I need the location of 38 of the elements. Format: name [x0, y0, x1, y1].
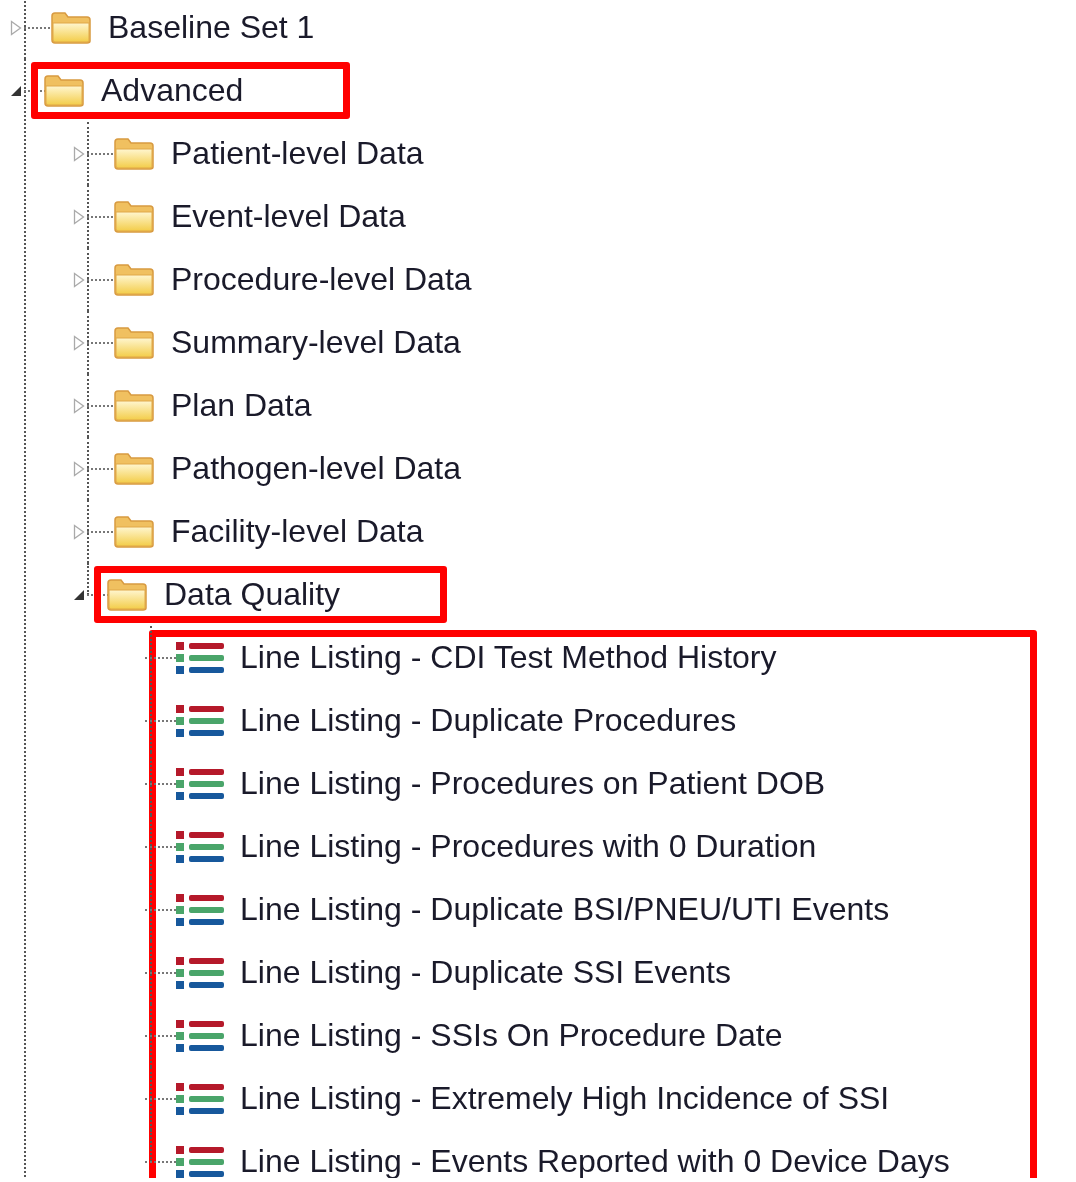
report-link[interactable]: Line Listing - Events Reported with 0 Device Days: [240, 1143, 950, 1178]
folder-label[interactable]: Baseline Set 1: [108, 9, 315, 46]
folder-icon: [106, 577, 148, 612]
list-icon: [176, 1144, 224, 1178]
folder-icon: [113, 514, 155, 549]
folder-label[interactable]: Data Quality: [164, 576, 341, 613]
folder-icon: [43, 73, 85, 108]
folder-label[interactable]: Patient-level Data: [171, 135, 424, 172]
report-link[interactable]: Line Listing - Procedures with 0 Duration: [240, 828, 817, 865]
list-icon: [176, 892, 224, 927]
folder-label[interactable]: Facility-level Data: [171, 513, 424, 550]
folder-icon: [50, 10, 92, 45]
report-link[interactable]: Line Listing - SSIs On Procedure Date: [240, 1017, 783, 1054]
list-icon: [176, 1081, 224, 1116]
list-icon: [176, 640, 224, 675]
folder-icon: [113, 199, 155, 234]
list-icon: [176, 766, 224, 801]
folder-label[interactable]: Advanced: [101, 72, 244, 109]
list-icon: [176, 1018, 224, 1053]
folder-icon: [113, 451, 155, 486]
folder-label[interactable]: Summary-level Data: [171, 324, 461, 361]
report-link[interactable]: Line Listing - Duplicate SSI Events: [240, 954, 731, 991]
folder-label[interactable]: Procedure-level Data: [171, 261, 472, 298]
report-link[interactable]: Line Listing - Duplicate Procedures: [240, 702, 737, 739]
list-icon: [176, 703, 224, 738]
folder-icon: [113, 388, 155, 423]
report-link[interactable]: Line Listing - Duplicate BSI/PNEU/UTI Events: [240, 891, 890, 928]
folder-icon: [113, 325, 155, 360]
report-link[interactable]: Line Listing - Extremely High Incidence of SSI: [240, 1080, 890, 1117]
folder-label[interactable]: Plan Data: [171, 387, 312, 424]
report-link[interactable]: Line Listing - Procedures on Patient DOB: [240, 765, 826, 802]
folder-label[interactable]: Pathogen-level Data: [171, 450, 461, 487]
list-icon: [176, 829, 224, 864]
list-icon: [176, 955, 224, 990]
folder-icon: [113, 136, 155, 171]
report-link[interactable]: Line Listing - CDI Test Method History: [240, 639, 777, 676]
folder-label[interactable]: Event-level Data: [171, 198, 406, 235]
folder-icon: [113, 262, 155, 297]
